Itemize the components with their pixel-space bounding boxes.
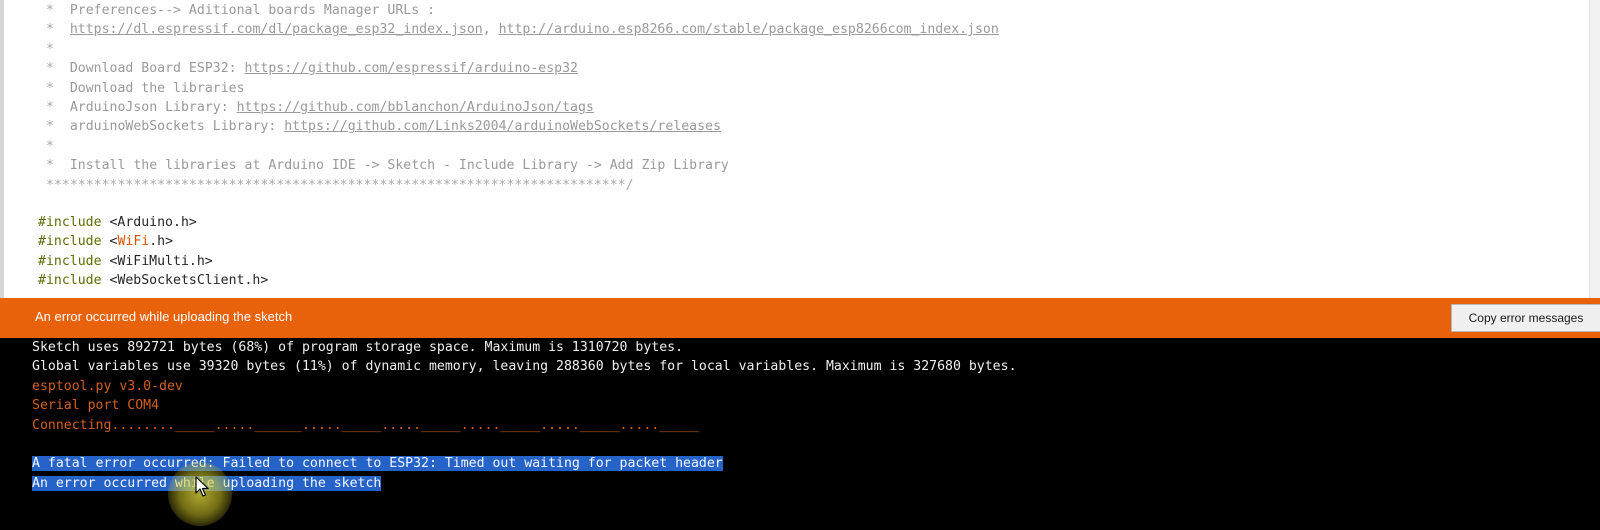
comment-star: * [46,158,54,174]
comment-text: ArduinoJson Library: [69,100,237,115]
comment-text: Install the libraries at Arduino IDE -> … [69,158,729,174]
include-line: #include <WiFiMulti.h> [38,252,213,271]
comment-link[interactable]: https://github.com/Links2004/arduinoWebS… [284,119,721,134]
comment-link[interactable]: http://arduino.esp8266.com/stable/packag… [499,22,999,37]
console-text: Serial port COM4 [32,398,160,414]
console-line: Global variables use 39320 bytes (11%) o… [32,357,1017,376]
copy-error-messages-button[interactable]: Copy error messages [1451,304,1600,332]
comment-line: * ArduinoJson Library: https://github.co… [46,98,594,117]
arduino-ide-window: * Preferences--> Aditional boards Manage… [0,0,1600,530]
comment-line: * [46,137,70,156]
include-library: <WiFi.h> [109,234,174,250]
comment-line: * arduinoWebSockets Library: https://git… [46,117,721,136]
comment-line: * Download the libraries [46,79,245,98]
console-line: Connecting........_____.....______....._… [32,416,699,435]
console-line: Sketch uses 892721 bytes (68%) of progra… [32,338,683,357]
comment-link[interactable]: https://dl.espressif.com/dl/package_esp3… [70,22,483,37]
editor-gutter [0,0,4,298]
console-line: esptool.py v3.0-dev [32,377,183,396]
comment-star: * [46,41,54,57]
console-text: Sketch uses 892721 bytes (68%) of progra… [32,340,684,355]
console-line: Serial port COM4 [32,396,159,415]
comment-star: * [46,138,54,154]
comment-star: * [46,100,54,115]
include-library: <WiFiMulti.h> [109,253,213,269]
comment-link[interactable]: https://github.com/espressif/arduino-esp… [245,61,578,76]
comment-star: * [46,22,54,38]
include-library: <Arduino.h> [109,215,197,230]
console-text: A fatal error occurred: Failed to connec… [32,456,723,472]
error-status-message: An error occurred while uploading the sk… [35,309,293,324]
comment-star: * [46,119,54,135]
console-line: An error occurred while uploading the sk… [32,474,382,493]
comment-text: Download the libraries [69,80,245,96]
comment-line: * https://dl.espressif.com/dl/package_es… [46,20,999,39]
include-directive: #include [38,215,102,230]
console-line: A fatal error occurred: Failed to connec… [32,454,723,473]
comment-text: Download Board ESP32: [69,61,245,77]
comment-line: * Install the libraries at Arduino IDE -… [46,156,729,175]
comment-line: * Preferences--> Aditional boards Manage… [46,1,435,20]
include-line: #include <WiFi.h> [38,232,173,251]
include-line: #include <Arduino.h> [38,213,197,232]
link-separator: , [482,22,499,38]
comment-star: * [46,80,54,96]
include-directive: #include [38,253,102,269]
comment-star: * [46,61,54,77]
include-directive: #include [38,273,102,289]
include-line: #include <WebSocketsClient.h> [38,271,268,290]
comment-end: ****************************************… [46,177,634,193]
output-console[interactable]: Sketch uses 892721 bytes (68%) of progra… [0,338,1600,530]
console-text: Global variables use 39320 bytes (11%) o… [32,359,1017,375]
console-text: An error occurred while uploading the sk… [32,475,382,491]
comment-line: * [46,40,70,59]
editor-scrollbar[interactable] [1589,0,1600,298]
console-text: Connecting........_____.....______....._… [32,417,699,433]
comment-link[interactable]: https://github.com/bblanchon/ArduinoJson… [237,100,594,115]
include-directive: #include [38,234,102,250]
comment-star: * [46,3,54,18]
comment-text: Preferences--> Aditional boards Manager … [69,3,436,18]
error-status-bar: An error occurred while uploading the sk… [0,298,1600,338]
console-text: esptool.py v3.0-dev [32,378,183,394]
include-library: <WebSocketsClient.h> [109,273,269,289]
comment-line: * Download Board ESP32: https://github.c… [46,59,578,78]
comment-text: arduinoWebSockets Library: [69,119,285,135]
code-editor[interactable]: * Preferences--> Aditional boards Manage… [0,0,1600,298]
